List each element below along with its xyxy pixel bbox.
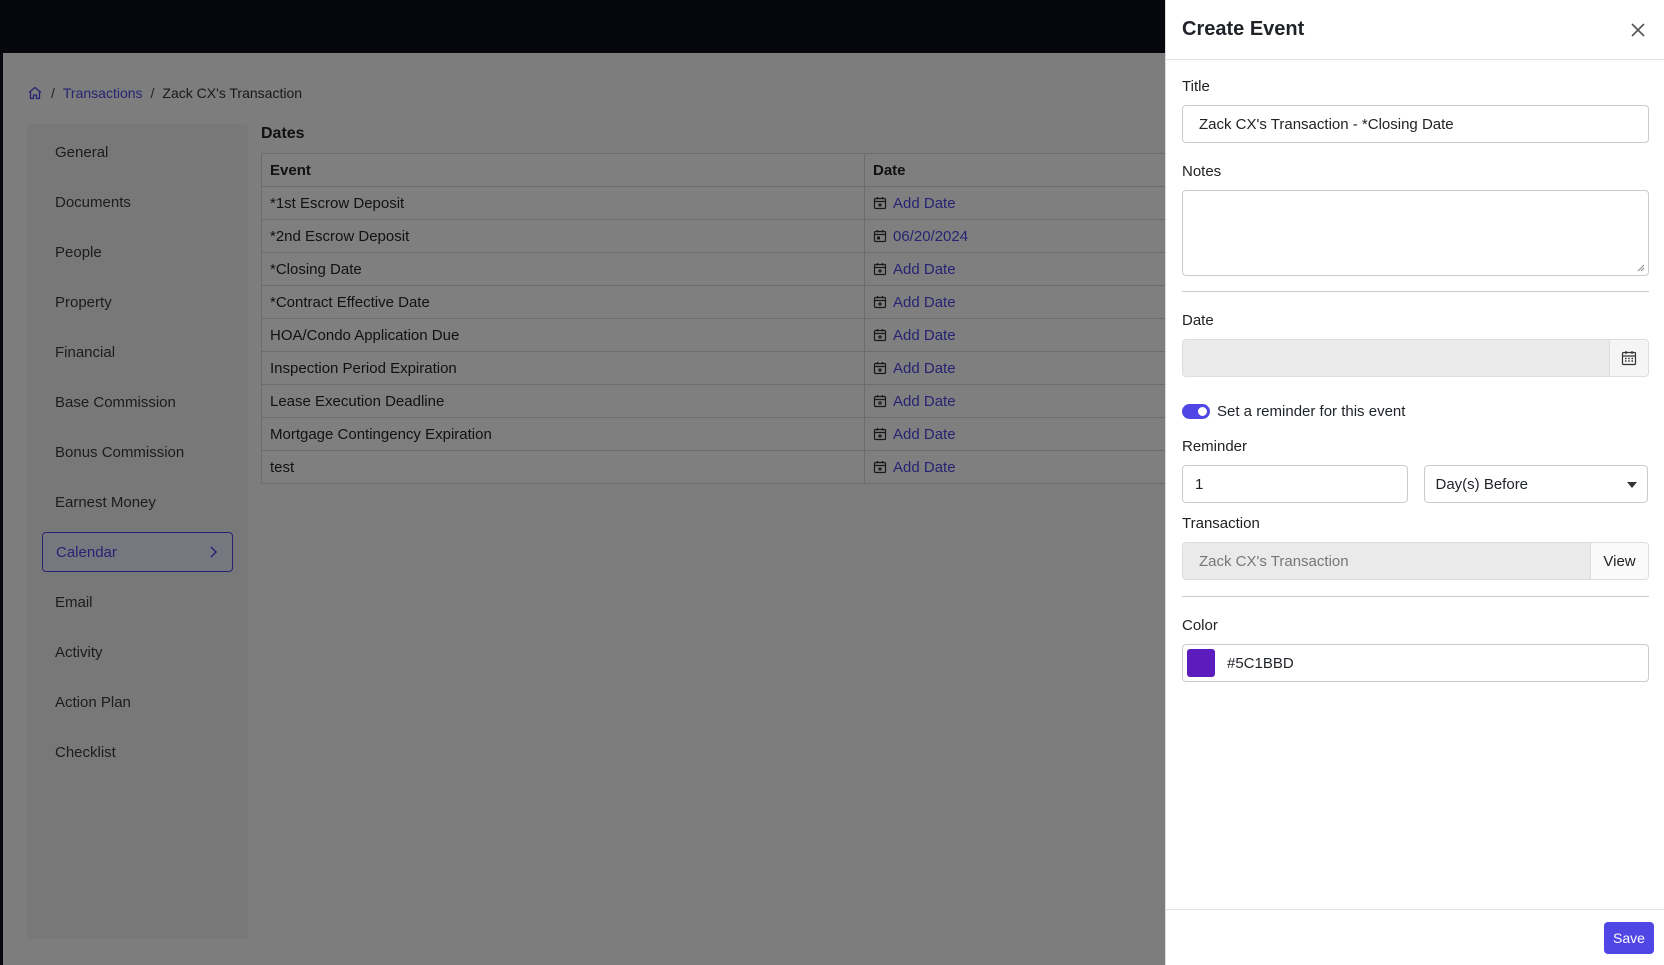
reminder-label: Reminder xyxy=(1182,438,1248,455)
transaction-label: Transaction xyxy=(1182,515,1260,532)
transaction-input: Zack CX's Transaction xyxy=(1183,543,1590,579)
caret-down-icon xyxy=(1627,482,1637,488)
reminder-row: 1 Day(s) Before xyxy=(1182,465,1648,503)
reminder-number-input[interactable]: 1 xyxy=(1182,465,1408,503)
view-transaction-button[interactable]: View xyxy=(1590,543,1648,579)
date-label: Date xyxy=(1182,312,1214,329)
save-button[interactable]: Save xyxy=(1604,922,1654,954)
reminder-toggle-label: Set a reminder for this event xyxy=(1217,403,1406,420)
drawer-header: Create Event xyxy=(1166,0,1664,60)
title-label: Title xyxy=(1182,78,1210,95)
divider xyxy=(1182,291,1649,292)
reminder-unit-value: Day(s) Before xyxy=(1435,475,1529,493)
close-icon[interactable] xyxy=(1628,20,1648,40)
drawer-footer: Save xyxy=(1166,909,1664,965)
date-picker-button[interactable] xyxy=(1609,340,1648,376)
date-input[interactable] xyxy=(1183,340,1609,376)
reminder-toggle-row: Set a reminder for this event xyxy=(1182,403,1648,420)
create-event-drawer: Create Event Title Zack CX's Transaction… xyxy=(1165,0,1664,965)
notes-textarea[interactable] xyxy=(1182,190,1649,276)
color-value[interactable]: #5C1BBD xyxy=(1227,655,1294,672)
notes-label: Notes xyxy=(1182,163,1222,180)
reminder-unit-select[interactable]: Day(s) Before xyxy=(1423,465,1648,503)
reminder-toggle[interactable] xyxy=(1182,404,1210,419)
resize-handle-icon[interactable] xyxy=(1637,264,1645,272)
color-swatch[interactable] xyxy=(1187,649,1215,677)
divider xyxy=(1182,596,1649,597)
transaction-input-group: Zack CX's Transaction View xyxy=(1182,542,1649,580)
drawer-title: Create Event xyxy=(1182,18,1305,40)
calendar-icon xyxy=(1621,351,1637,366)
color-picker[interactable]: #5C1BBD xyxy=(1182,644,1649,682)
date-input-group xyxy=(1182,339,1649,377)
title-input[interactable]: Zack CX's Transaction - *Closing Date xyxy=(1182,105,1649,143)
color-label: Color xyxy=(1182,617,1218,634)
drawer-body: Title Zack CX's Transaction - *Closing D… xyxy=(1166,60,1664,682)
